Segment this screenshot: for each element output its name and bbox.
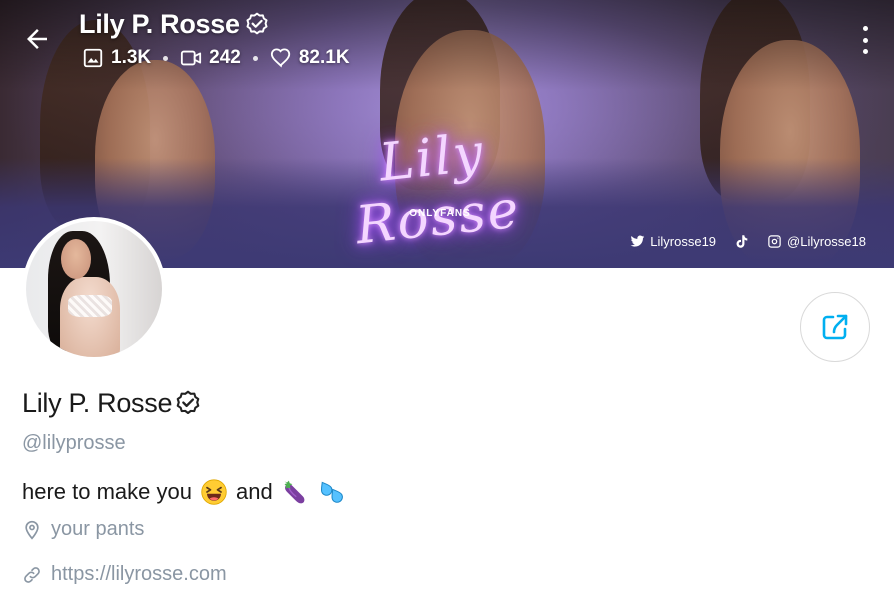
- eggplant-emoji: [284, 480, 305, 504]
- cover-social-handles: Lilyrosse19 @Lilyrosse18: [630, 234, 866, 249]
- share-button[interactable]: [800, 292, 870, 362]
- profile-website-link[interactable]: https://lilyrosse.com: [22, 563, 227, 586]
- avatar-photo-body: [60, 277, 120, 357]
- bio-text-part2: and: [235, 479, 273, 504]
- back-button[interactable]: [22, 24, 54, 56]
- cover-social-tiktok: [734, 234, 749, 249]
- profile-cover-banner: Lily Rosse ONLYFANS Lilyrosse19 @Lilyros…: [0, 0, 894, 268]
- verified-badge-icon: [176, 390, 200, 414]
- location-pin-icon: [25, 520, 39, 540]
- instagram-icon: [768, 235, 781, 248]
- more-options-button[interactable]: [858, 26, 872, 54]
- more-options-dot: [862, 26, 868, 31]
- profile-bio: here to make you and: [22, 478, 345, 506]
- cover-neon-subtext: ONLYFANS: [409, 208, 471, 219]
- bio-text-part1: here to make you: [22, 479, 192, 504]
- website-url[interactable]: https://lilyrosse.com: [51, 563, 227, 586]
- profile-name-text: Lily P. Rosse: [22, 388, 173, 418]
- share-icon: [822, 314, 848, 340]
- avatar-photo-lace: [68, 295, 112, 317]
- location-text: your pants: [51, 518, 145, 540]
- stat-likes-count: 82.1K: [298, 47, 350, 68]
- separator-dot: [252, 55, 258, 61]
- image-icon: [83, 48, 103, 68]
- laughing-face-emoji: [201, 479, 227, 505]
- cover-social-instagram: @Lilyrosse18: [767, 234, 866, 249]
- separator-dot: [163, 55, 169, 61]
- avatar-image: [26, 221, 162, 357]
- sweat-droplets-emoji: [320, 481, 343, 503]
- stat-photos: 1.3K: [82, 47, 151, 69]
- twitter-handle: Lilyrosse19: [650, 234, 717, 249]
- arrow-left-icon: [27, 29, 47, 49]
- profile-name: Lily P. Rosse: [22, 388, 202, 419]
- avatar-photo-face: [61, 239, 91, 279]
- stat-photos-count: 1.3K: [111, 47, 152, 68]
- more-options-dot: [862, 37, 868, 43]
- stat-videos-count: 242: [209, 47, 241, 68]
- header-name-text: Lily P. Rosse: [79, 9, 240, 39]
- cover-social-twitter: Lilyrosse19: [630, 234, 716, 249]
- header-stats: 1.3K 242 82.1K: [82, 47, 350, 69]
- heart-icon: [270, 48, 291, 68]
- more-options-dot: [862, 49, 868, 54]
- profile-username: @lilyprosse: [22, 432, 126, 454]
- profile-location: your pants: [22, 518, 144, 541]
- verified-badge-icon: [246, 12, 268, 34]
- tiktok-icon: [736, 235, 748, 248]
- link-icon: [24, 566, 40, 583]
- stat-videos: 242: [180, 47, 241, 69]
- twitter-icon: [630, 235, 645, 247]
- instagram-handle: @Lilyrosse18: [787, 234, 866, 249]
- stat-likes: 82.1K: [270, 47, 350, 69]
- profile-avatar[interactable]: [22, 217, 166, 361]
- header-profile-name: Lily P. Rosse: [79, 9, 270, 40]
- video-icon: [181, 50, 202, 66]
